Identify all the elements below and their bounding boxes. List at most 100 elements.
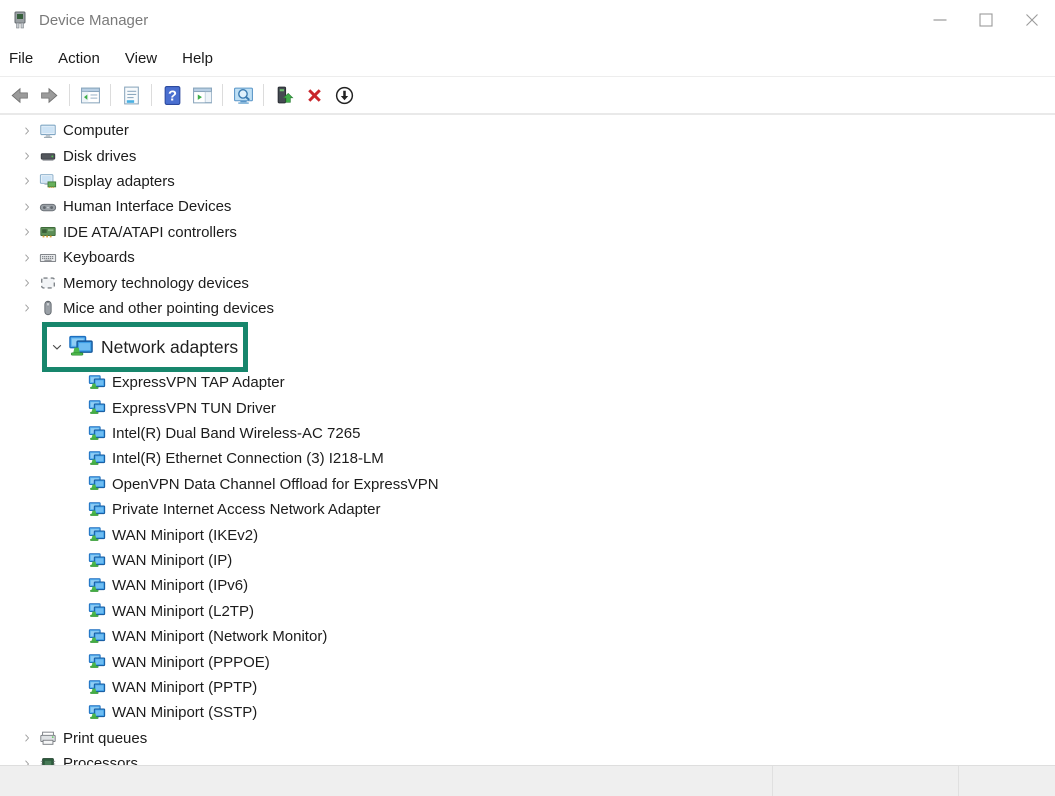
memory-card-icon	[38, 274, 57, 293]
tree-item-human-interface-devices[interactable]: Human Interface Devices	[0, 194, 1055, 219]
menu-file[interactable]: File	[9, 50, 33, 67]
tree-item-label: IDE ATA/ATAPI controllers	[63, 224, 237, 241]
uninstall-device-button[interactable]	[301, 82, 327, 108]
tree-item-adapter[interactable]: Intel(R) Ethernet Connection (3) I218-LM	[0, 446, 1055, 471]
tree-item-mice[interactable]: Mice and other pointing devices	[0, 296, 1055, 321]
network-adapter-icon	[87, 373, 106, 392]
close-button[interactable]	[1009, 0, 1055, 40]
tree-item-adapter[interactable]: Private Internet Access Network Adapter	[0, 497, 1055, 522]
network-adapter-icon	[87, 703, 106, 722]
show-action-pane-button[interactable]	[189, 82, 215, 108]
maximize-button[interactable]	[963, 0, 1009, 40]
display-adapter-icon	[38, 172, 57, 191]
scan-hardware-changes-button[interactable]	[230, 82, 256, 108]
tree-item-processors[interactable]: Processors	[0, 751, 1055, 765]
menu-view[interactable]: View	[125, 50, 157, 67]
chevron-right-icon[interactable]	[18, 252, 35, 264]
tree-item-disk-drives[interactable]: Disk drives	[0, 143, 1055, 168]
network-adapter-icon	[87, 475, 106, 494]
tree-item-label: WAN Miniport (IP)	[112, 552, 232, 569]
processor-icon	[38, 754, 57, 765]
tree-item-label: Print queues	[63, 730, 147, 747]
status-bar	[0, 765, 1055, 796]
tree-item-adapter[interactable]: WAN Miniport (PPTP)	[0, 675, 1055, 700]
tree-item-label: Private Internet Access Network Adapter	[112, 501, 380, 518]
tree-item-label: OpenVPN Data Channel Offload for Express…	[112, 476, 439, 493]
tree-item-label: WAN Miniport (IPv6)	[112, 577, 248, 594]
device-tree: Computer Disk drives Display adapters Hu…	[0, 115, 1055, 765]
network-adapter-icon	[87, 424, 106, 443]
network-adapter-icon	[87, 627, 106, 646]
printer-icon	[38, 729, 57, 748]
network-adapter-icon	[87, 526, 106, 545]
tree-item-adapter[interactable]: ExpressVPN TAP Adapter	[0, 370, 1055, 395]
device-manager-icon	[10, 10, 30, 30]
tree-item-label: WAN Miniport (L2TP)	[112, 603, 254, 620]
tree-item-computer[interactable]: Computer	[0, 118, 1055, 143]
tree-item-label: Intel(R) Dual Band Wireless-AC 7265	[112, 425, 360, 442]
menu-help[interactable]: Help	[182, 50, 213, 67]
keyboard-icon	[38, 248, 57, 267]
tree-item-label: WAN Miniport (IKEv2)	[112, 527, 258, 544]
chevron-down-icon[interactable]	[49, 340, 65, 354]
toolbar-separator	[222, 84, 223, 106]
tree-item-ide-controllers[interactable]: IDE ATA/ATAPI controllers	[0, 220, 1055, 245]
update-driver-button[interactable]	[271, 82, 297, 108]
chevron-right-icon[interactable]	[18, 732, 35, 744]
computer-icon	[38, 121, 57, 140]
disk-drive-icon	[38, 147, 57, 166]
window-controls	[917, 0, 1055, 40]
network-adapter-icon	[87, 449, 106, 468]
network-adapters-children: ExpressVPN TAP Adapter ExpressVPN TUN Dr…	[0, 370, 1055, 725]
chevron-right-icon[interactable]	[18, 125, 35, 137]
tree-item-label: ExpressVPN TUN Driver	[112, 400, 276, 417]
window-title: Device Manager	[39, 12, 148, 29]
tree-item-label: ExpressVPN TAP Adapter	[112, 374, 285, 391]
menu-action[interactable]: Action	[58, 50, 100, 67]
back-button[interactable]	[6, 82, 32, 108]
menu-bar: File Action View Help	[0, 40, 1055, 77]
show-console-tree-button[interactable]	[77, 82, 103, 108]
forward-button[interactable]	[36, 82, 62, 108]
chevron-right-icon[interactable]	[18, 302, 35, 314]
tree-item-label: Mice and other pointing devices	[63, 300, 274, 317]
chevron-right-icon[interactable]	[18, 150, 35, 162]
tree-item-adapter[interactable]: WAN Miniport (L2TP)	[0, 599, 1055, 624]
toolbar	[0, 77, 1055, 115]
toolbar-separator	[69, 84, 70, 106]
tree-item-label: Memory technology devices	[63, 275, 249, 292]
network-adapter-icon	[87, 576, 106, 595]
tree-item-keyboards[interactable]: Keyboards	[0, 245, 1055, 270]
tree-item-label: WAN Miniport (SSTP)	[112, 704, 257, 721]
chevron-right-icon[interactable]	[18, 201, 35, 213]
chevron-right-icon[interactable]	[18, 175, 35, 187]
tree-item-print-queues[interactable]: Print queues	[0, 726, 1055, 751]
help-button[interactable]	[159, 82, 185, 108]
tree-item-adapter[interactable]: WAN Miniport (Network Monitor)	[0, 624, 1055, 649]
disable-device-button[interactable]	[331, 82, 357, 108]
tree-item-network-adapters-highlighted[interactable]: Network adapters	[42, 322, 248, 372]
toolbar-separator	[151, 84, 152, 106]
tree-item-adapter[interactable]: WAN Miniport (PPPOE)	[0, 649, 1055, 674]
gamepad-icon	[38, 197, 57, 216]
tree-item-adapter[interactable]: WAN Miniport (IPv6)	[0, 573, 1055, 598]
tree-item-label: Intel(R) Ethernet Connection (3) I218-LM	[112, 450, 384, 467]
network-adapter-icon	[87, 500, 106, 519]
tree-item-adapter[interactable]: ExpressVPN TUN Driver	[0, 396, 1055, 421]
tree-item-memory-technology-devices[interactable]: Memory technology devices	[0, 270, 1055, 295]
tree-item-display-adapters[interactable]: Display adapters	[0, 169, 1055, 194]
minimize-button[interactable]	[917, 0, 963, 40]
chevron-right-icon[interactable]	[18, 758, 35, 765]
chevron-right-icon[interactable]	[18, 226, 35, 238]
tree-item-adapter[interactable]: WAN Miniport (IKEv2)	[0, 522, 1055, 547]
network-adapter-icon	[87, 399, 106, 418]
mouse-icon	[38, 299, 57, 318]
tree-item-label: WAN Miniport (PPPOE)	[112, 654, 270, 671]
tree-item-adapter[interactable]: Intel(R) Dual Band Wireless-AC 7265	[0, 421, 1055, 446]
tree-item-adapter[interactable]: WAN Miniport (IP)	[0, 548, 1055, 573]
tree-item-adapter[interactable]: OpenVPN Data Channel Offload for Express…	[0, 472, 1055, 497]
tree-item-label: Human Interface Devices	[63, 198, 231, 215]
properties-button[interactable]	[118, 82, 144, 108]
chevron-right-icon[interactable]	[18, 277, 35, 289]
tree-item-adapter[interactable]: WAN Miniport (SSTP)	[0, 700, 1055, 725]
